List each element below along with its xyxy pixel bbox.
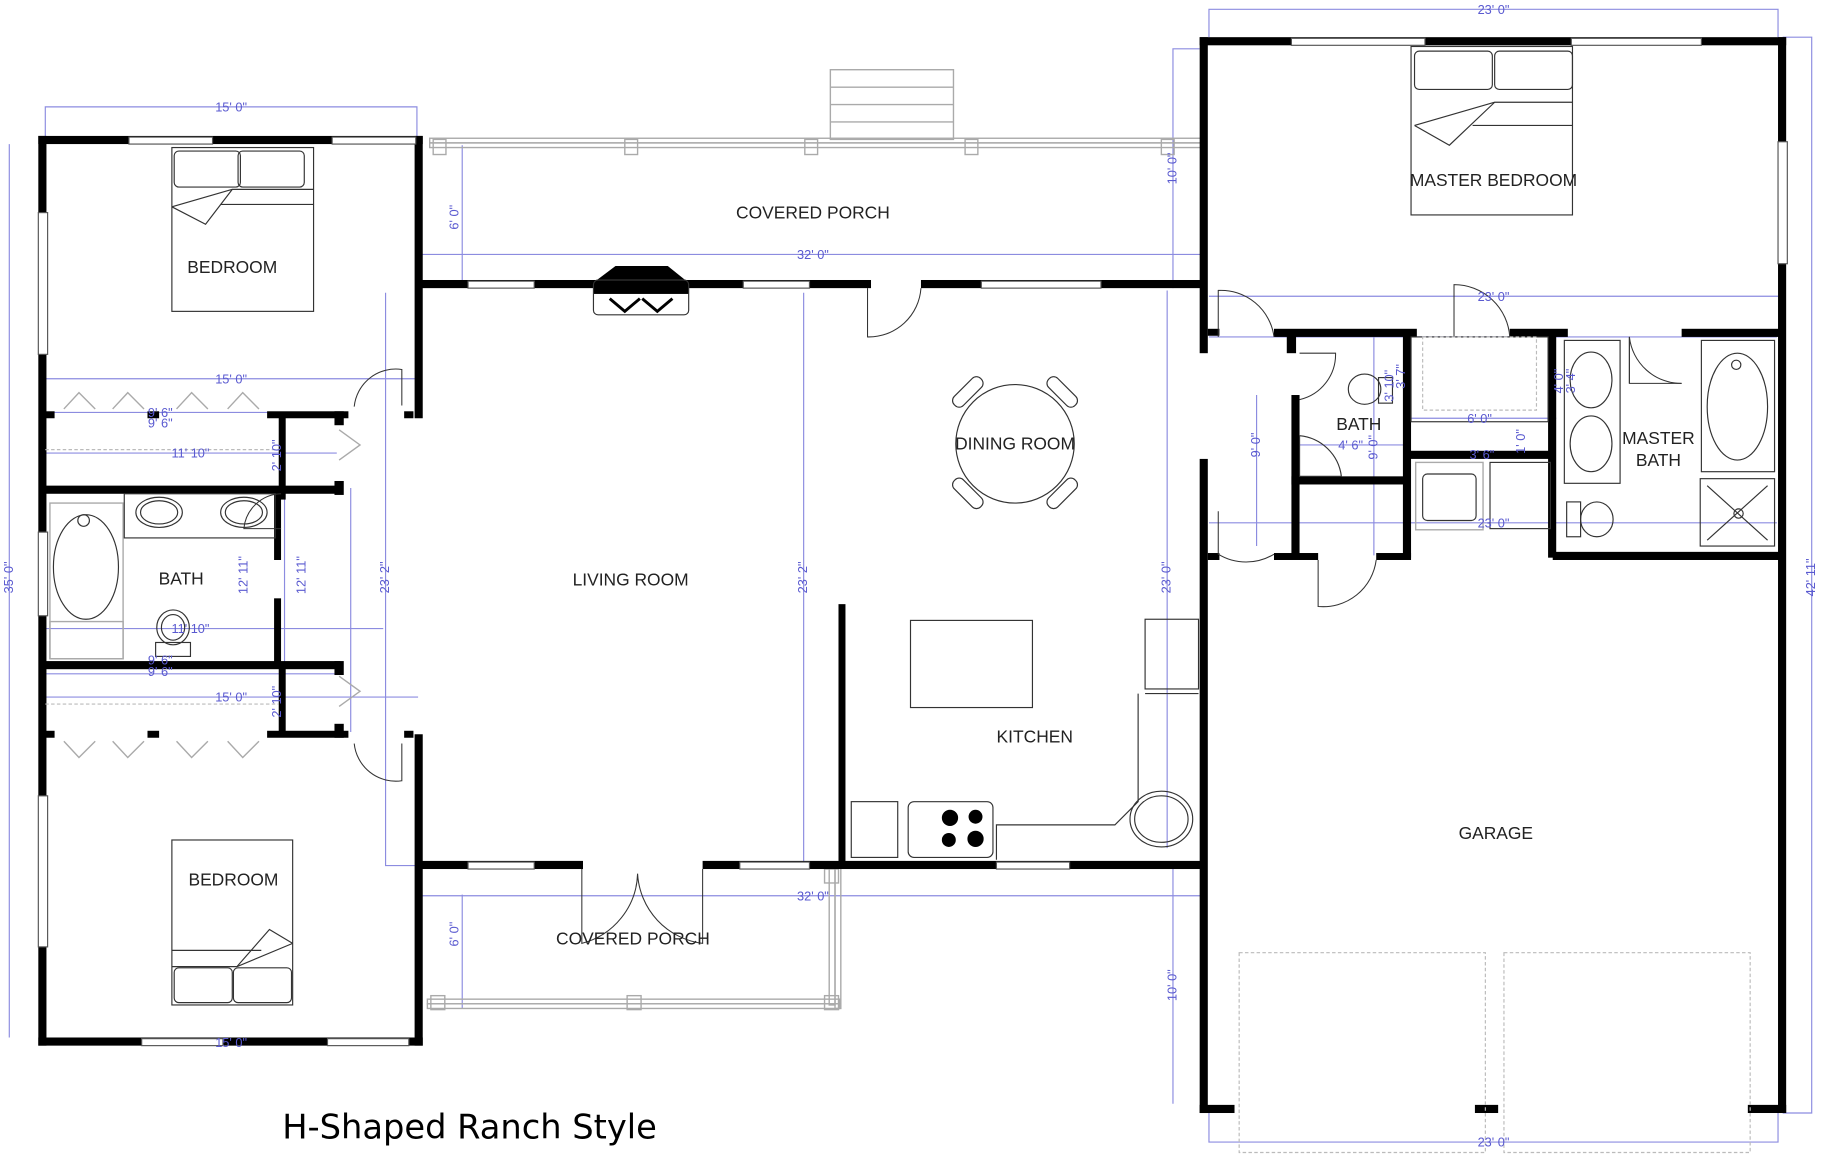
dim-bath-left-width: 11' 10"	[171, 621, 209, 636]
dim-closet-top-sub2: 9' 6"	[148, 416, 173, 431]
room-label-bedroom-bottom: BEDROOM	[188, 869, 278, 889]
room-label-bedroom-top: BEDROOM	[187, 257, 277, 277]
dim-laundry-width: 3' 6"	[1470, 447, 1495, 462]
dim-bath-right-width: 4' 6"	[1338, 438, 1363, 453]
bifold-doors-bottom	[63, 675, 362, 759]
dim-overall-left-height: 35' 0"	[1, 562, 16, 594]
dim-closet-bottom-sub2: 9' 6"	[148, 664, 173, 679]
dim-living-height-left: 23' 2"	[377, 562, 392, 594]
dim-bedroom-bottom-width: 15' 0"	[215, 1035, 247, 1050]
dim-porch-top-depth: 6' 0"	[447, 205, 462, 230]
room-label-bath-right: BATH	[1336, 414, 1381, 434]
garage-doors	[1238, 952, 1751, 1154]
dim-living-height-right: 23' 2"	[795, 562, 810, 594]
dim-wing-right-width: 23' 0"	[1478, 515, 1510, 530]
plan-title: H-Shaped Ranch Style	[282, 1108, 657, 1147]
dim-hall-right-height: 9' 0"	[1248, 433, 1263, 458]
room-label-bath-left: BATH	[159, 568, 204, 588]
room-label-master-bath-line1: MASTER	[1622, 428, 1695, 448]
dim-linen-top-depth: 2' 10"	[269, 440, 284, 472]
dim-closet-right-b: 3' 7"	[1393, 364, 1408, 389]
dim-bath-left-height-a: 12' 11"	[235, 556, 250, 594]
dim-laundry-depth: 1' 0"	[1513, 429, 1528, 454]
double-vanity-left-bath	[123, 493, 276, 539]
dim-closet-top-width: 15' 0"	[215, 371, 247, 386]
dim-garage-width: 23' 0"	[1478, 1135, 1510, 1150]
dim-bedroom-top-width: 15' 0"	[215, 100, 247, 115]
room-label-master-bath-line2: BATH	[1636, 450, 1681, 470]
bathtub-left-bath	[49, 502, 124, 660]
dim-closet-bottom-width: 15' 0"	[215, 690, 247, 705]
room-label-garage: GARAGE	[1459, 823, 1533, 843]
dim-master-bath-b: 3' 4"	[1563, 369, 1578, 394]
dim-walkin-width: 6' 0"	[1467, 411, 1492, 426]
dim-master-bedroom-width: 23' 0"	[1478, 2, 1510, 17]
dim-bath-right-height: 9' 0"	[1365, 435, 1380, 460]
dim-porch-top-width: 32' 0"	[797, 247, 829, 262]
dim-porch-bottom-depth: 6' 0"	[447, 922, 462, 947]
dim-overall-right-height: 42' 11"	[1803, 558, 1818, 596]
covered-porch-top	[429, 69, 1203, 156]
kitchen-island	[909, 619, 1034, 709]
dim-linen-bottom-depth: 2' 10"	[269, 686, 284, 718]
walk-in-closet	[1410, 336, 1549, 423]
dim-master-suite-width: 23' 0"	[1478, 289, 1510, 304]
dishwasher	[850, 801, 899, 858]
dim-garage-depth: 10' 0"	[1164, 969, 1179, 1001]
floor-plan: BEDROOM BATH BEDROOM COVERED PORCH LIVIN…	[1, 2, 1818, 1154]
room-label-kitchen: KITCHEN	[997, 726, 1073, 746]
room-label-dining-room: DINING ROOM	[955, 434, 1075, 454]
room-label-covered-porch-top: COVERED PORCH	[736, 202, 890, 222]
kitchen-sink	[1129, 790, 1194, 848]
dim-porch-bottom-width: 32' 0"	[797, 888, 829, 903]
porch-steps	[829, 69, 955, 141]
fireplace	[592, 266, 690, 316]
dim-hall-top-width: 11' 10"	[171, 446, 209, 461]
room-label-living-room: LIVING ROOM	[573, 570, 689, 590]
room-label-master-bedroom: MASTER BEDROOM	[1410, 170, 1577, 190]
room-label-covered-porch-bottom: COVERED PORCH	[556, 929, 710, 949]
dim-kitchen-height: 23' 0"	[1159, 562, 1174, 594]
bifold-doors-top	[63, 391, 362, 461]
refrigerator	[1144, 618, 1200, 690]
dim-bath-left-height-b: 12' 11"	[293, 556, 308, 594]
dim-master-bedroom-depth: 10' 0"	[1164, 153, 1179, 185]
bed-icon-bottom-bedroom	[171, 839, 294, 1006]
bed-icon-top-bedroom	[171, 146, 315, 312]
doors	[45, 284, 1682, 945]
